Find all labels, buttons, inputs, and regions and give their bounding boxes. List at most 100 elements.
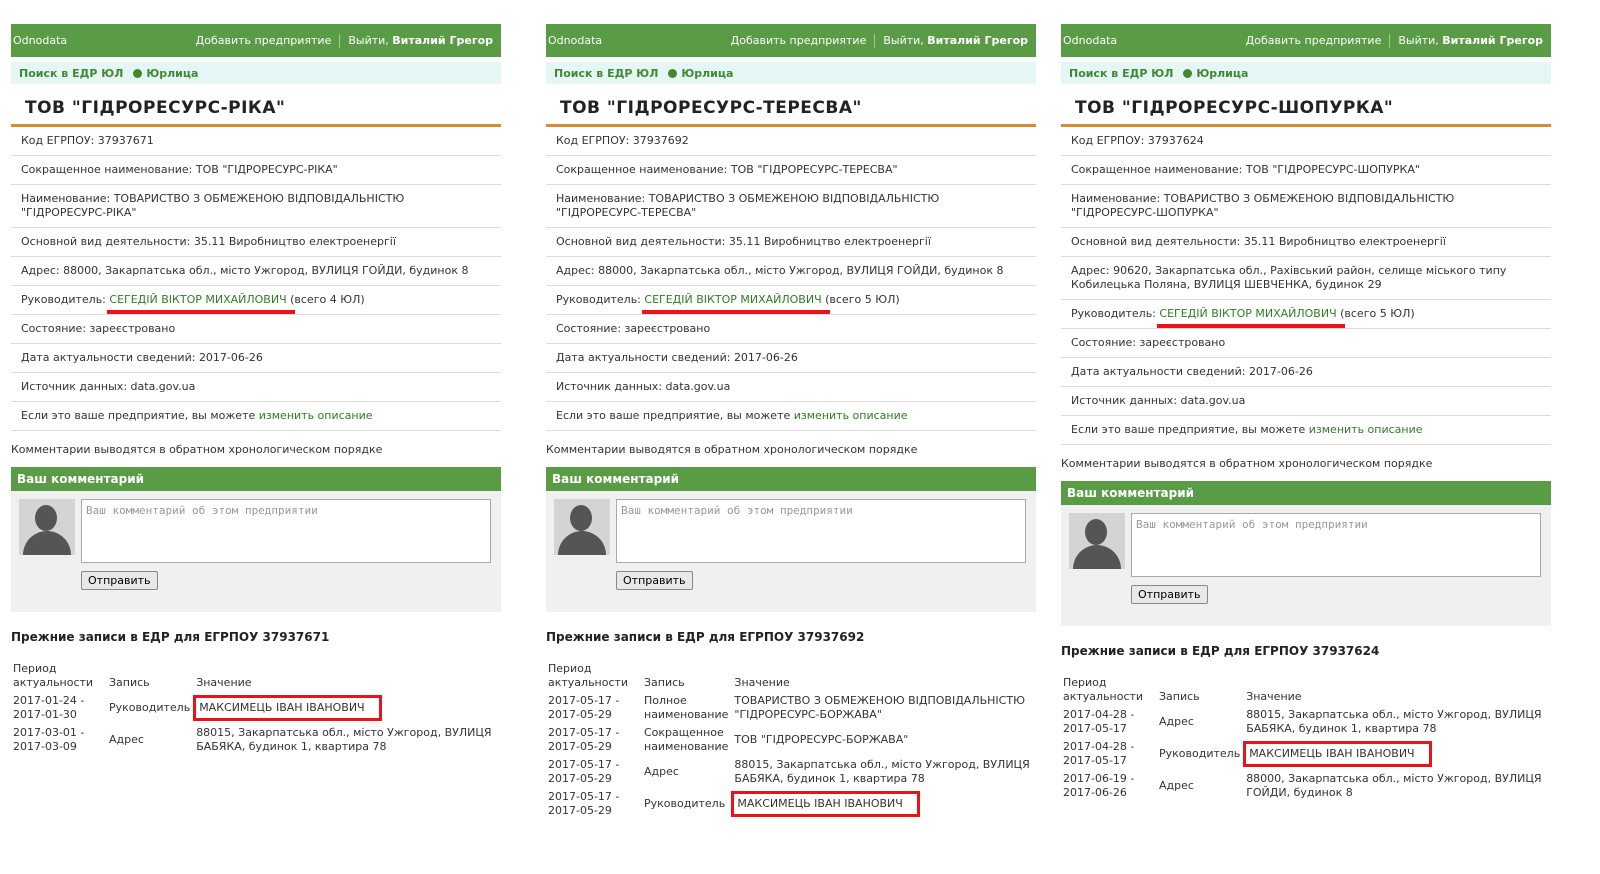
history-record: Адрес bbox=[1159, 779, 1194, 792]
forum-link[interactable]: Юрлица bbox=[1196, 67, 1248, 80]
add-company-link[interactable]: Добавить предприятие bbox=[1246, 34, 1382, 47]
history-value-cell: ТОВ "ГІДРОРЕСУРС-БОРЖАВА" bbox=[732, 724, 1036, 756]
send-button[interactable]: Отправить bbox=[81, 571, 158, 590]
history-table: Период актуальности Запись Значение 2017… bbox=[1061, 674, 1551, 802]
head-name-link[interactable]: СЕГЕДІЙ ВІКТОР МИХАЙЛОВИЧ bbox=[107, 293, 295, 314]
brand-link[interactable]: Odnodata bbox=[13, 34, 67, 47]
comment-input[interactable] bbox=[1131, 513, 1541, 577]
history-record: Полное наименование bbox=[644, 694, 729, 721]
info-state: Состояние: зареєстровано bbox=[11, 315, 501, 344]
bullet-icon bbox=[1183, 68, 1193, 78]
send-button[interactable]: Отправить bbox=[1131, 585, 1208, 604]
send-button[interactable]: Отправить bbox=[616, 571, 693, 590]
search-edr-link[interactable]: Поиск в ЕДР ЮЛ bbox=[19, 67, 123, 80]
company-title: ТОВ "ГІДРОРЕСУРС-ШОПУРКА" bbox=[1061, 98, 1551, 127]
col-record: Запись bbox=[1159, 690, 1200, 703]
divider bbox=[1389, 33, 1391, 48]
company-panel: Odnodata Добавить предприятие Выйти, Вит… bbox=[11, 24, 501, 756]
forum-link[interactable]: Юрлица bbox=[681, 67, 733, 80]
comment-box: Ваш комментарий Отправить bbox=[546, 467, 1036, 612]
highlighted-value: МАКСИМЕЦЬ ІВАН ІВАНОВИЧ bbox=[731, 791, 920, 817]
history-value-cell: 88000, Закарпатська обл., місто Ужгород,… bbox=[1244, 770, 1551, 802]
user-name: Виталий Грегор bbox=[927, 34, 1028, 47]
table-row: 2017-05-17 - 2017-05-29 Адрес 88015, Закар… bbox=[546, 756, 1036, 788]
history-value: 88015, Закарпатська обл., місто Ужгород,… bbox=[196, 726, 492, 753]
logout-link[interactable]: Выйти, Виталий Грегор bbox=[348, 34, 493, 47]
history-record: Руководитель bbox=[1159, 747, 1241, 760]
add-company-link[interactable]: Добавить предприятие bbox=[196, 34, 332, 47]
top-bar: Odnodata Добавить предприятие Выйти, Вит… bbox=[546, 24, 1036, 57]
search-edr-link[interactable]: Поиск в ЕДР ЮЛ bbox=[1069, 67, 1173, 80]
bullet-icon bbox=[668, 68, 678, 78]
history-period: 2017-04-28 - 2017-05-17 bbox=[1063, 740, 1135, 767]
comment-header: Ваш комментарий bbox=[11, 467, 501, 491]
edit-description-link[interactable]: изменить описание bbox=[259, 409, 373, 422]
info-state: Состояние: зареєстровано bbox=[546, 315, 1036, 344]
sub-nav: Поиск в ЕДР ЮЛ Юрлица bbox=[1061, 62, 1551, 84]
history-value: 88015, Закарпатська обл., місто Ужгород,… bbox=[734, 758, 1030, 785]
history-value: 88015, Закарпатська обл., місто Ужгород,… bbox=[1246, 708, 1542, 735]
comment-box: Ваш комментарий Отправить bbox=[11, 467, 501, 612]
info-state: Состояние: зареєстровано bbox=[1061, 329, 1551, 358]
table-row: 2017-05-17 - 2017-05-29 Сокращенное наиме… bbox=[546, 724, 1036, 756]
info-address: Адрес: 88000, Закарпатська обл., місто У… bbox=[546, 257, 1036, 286]
company-title: ТОВ "ГІДРОРЕСУРС-ТЕРЕСВА" bbox=[546, 98, 1036, 127]
info-address: Адрес: 90620, Закарпатська обл., Рахівсь… bbox=[1061, 257, 1551, 300]
comments-note: Комментарии выводятся в обратном хроноло… bbox=[1061, 457, 1433, 470]
info-date: Дата актуальности сведений: 2017-06-26 bbox=[1061, 358, 1551, 387]
comment-header: Ваш комментарий bbox=[546, 467, 1036, 491]
sub-nav: Поиск в ЕДР ЮЛ Юрлица bbox=[11, 62, 501, 84]
history-value-cell: МАКСИМЕЦЬ ІВАН ІВАНОВИЧ bbox=[731, 788, 1036, 820]
brand-link[interactable]: Odnodata bbox=[1063, 34, 1117, 47]
col-value: Значение bbox=[734, 676, 790, 689]
info-full-name: Наименование: ТОВАРИСТВО З ОБМЕЖЕНОЮ ВІД… bbox=[546, 185, 1036, 228]
head-name-link[interactable]: СЕГЕДІЙ ВІКТОР МИХАЙЛОВИЧ bbox=[642, 293, 830, 314]
history-value-cell: 88015, Закарпатська обл., місто Ужгород,… bbox=[194, 724, 501, 756]
col-record: Запись bbox=[644, 676, 685, 689]
info-full-name: Наименование: ТОВАРИСТВО З ОБМЕЖЕНОЮ ВІД… bbox=[11, 185, 501, 228]
history-period: 2017-06-19 - 2017-06-26 bbox=[1063, 772, 1135, 799]
history-table: Период актуальности Запись Значение 2017… bbox=[11, 660, 501, 756]
brand-link[interactable]: Odnodata bbox=[548, 34, 602, 47]
comment-header: Ваш комментарий bbox=[1061, 481, 1551, 505]
comment-input[interactable] bbox=[616, 499, 1026, 563]
history-period: 2017-05-17 - 2017-05-29 bbox=[548, 790, 620, 817]
info-code: Код ЕГРПОУ: 37937692 bbox=[546, 127, 1036, 156]
logout-link[interactable]: Выйти, Виталий Грегор bbox=[1398, 34, 1543, 47]
col-value: Значение bbox=[196, 676, 252, 689]
history-value-cell: 88015, Закарпатська обл., місто Ужгород,… bbox=[732, 756, 1036, 788]
history-record: Адрес bbox=[1159, 715, 1194, 728]
info-source: Источник данных: data.gov.ua bbox=[1061, 387, 1551, 416]
history-period: 2017-01-24 - 2017-01-30 bbox=[13, 694, 85, 721]
info-date: Дата актуальности сведений: 2017-06-26 bbox=[546, 344, 1036, 373]
table-row: 2017-03-01 - 2017-03-09 Адрес 88015, Закар… bbox=[11, 724, 501, 756]
edit-description-link[interactable]: изменить описание bbox=[1309, 423, 1423, 436]
info-code: Код ЕГРПОУ: 37937624 bbox=[1061, 127, 1551, 156]
company-title: ТОВ "ГІДРОРЕСУРС-РІКА" bbox=[11, 98, 501, 127]
info-code: Код ЕГРПОУ: 37937671 bbox=[11, 127, 501, 156]
history-value: 88000, Закарпатська обл., місто Ужгород,… bbox=[1246, 772, 1542, 799]
col-record: Запись bbox=[109, 676, 150, 689]
avatar bbox=[19, 499, 75, 555]
comment-input[interactable] bbox=[81, 499, 491, 563]
info-short-name: Сокращенное наименование: ТОВ "ГІДРОРЕСУ… bbox=[546, 156, 1036, 185]
info-activity: Основной вид деятельности: 35.11 Виробни… bbox=[546, 228, 1036, 257]
col-period: Период актуальности bbox=[548, 662, 629, 689]
info-source: Источник данных: data.gov.ua bbox=[11, 373, 501, 402]
forum-link[interactable]: Юрлица bbox=[146, 67, 198, 80]
table-row: 2017-04-28 - 2017-05-17 Адрес 88015, Закар… bbox=[1061, 706, 1551, 738]
add-company-link[interactable]: Добавить предприятие bbox=[731, 34, 867, 47]
history-value: ТОВ "ГІДРОРЕСУРС-БОРЖАВА" bbox=[734, 733, 909, 746]
history-record: Адрес bbox=[644, 765, 679, 778]
comments-note: Комментарии выводятся в обратном хроноло… bbox=[546, 443, 918, 456]
edit-description-link[interactable]: изменить описание bbox=[794, 409, 908, 422]
user-name: Виталий Грегор bbox=[1442, 34, 1543, 47]
top-bar: Odnodata Добавить предприятие Выйти, Вит… bbox=[11, 24, 501, 57]
company-panel: Odnodata Добавить предприятие Выйти, Вит… bbox=[1061, 24, 1551, 802]
table-row: 2017-06-19 - 2017-06-26 Адрес 88000, Закар… bbox=[1061, 770, 1551, 802]
col-period: Период актуальности bbox=[13, 662, 94, 689]
head-name-link[interactable]: СЕГЕДІЙ ВІКТОР МИХАЙЛОВИЧ bbox=[1157, 307, 1345, 328]
search-edr-link[interactable]: Поиск в ЕДР ЮЛ bbox=[554, 67, 658, 80]
top-bar: Odnodata Добавить предприятие Выйти, Вит… bbox=[1061, 24, 1551, 57]
logout-link[interactable]: Выйти, Виталий Грегор bbox=[883, 34, 1028, 47]
